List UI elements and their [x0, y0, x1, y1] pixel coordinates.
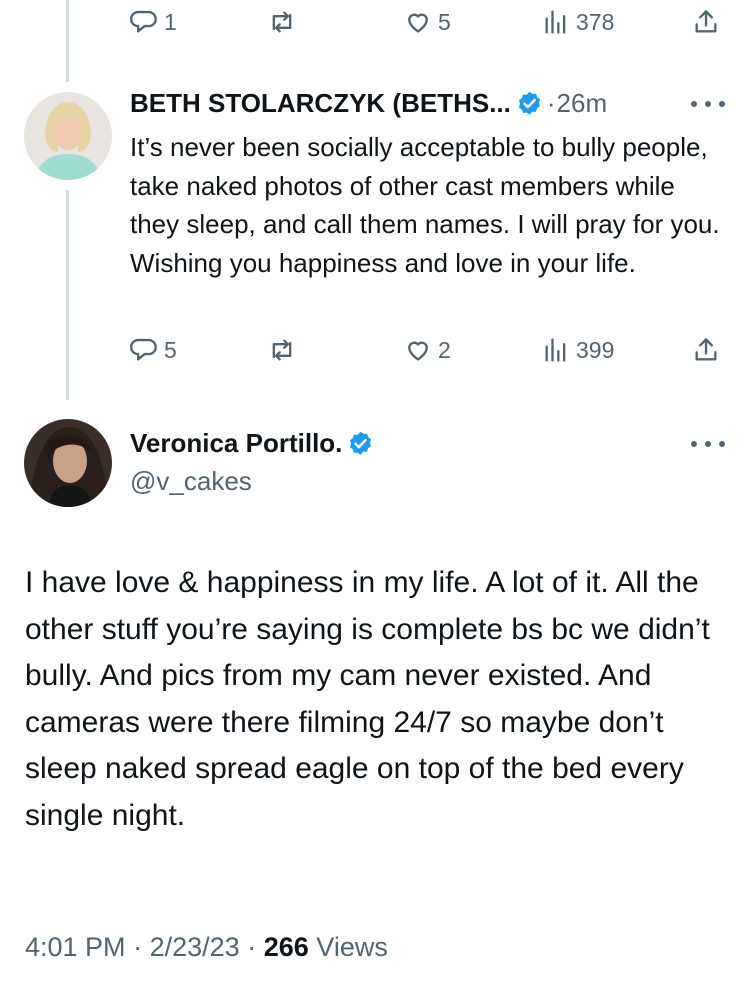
main-tweet-text: I have love & happiness in my life. A lo… [25, 566, 710, 832]
reply-count: 1 [164, 8, 177, 35]
verified-badge-icon [518, 91, 540, 115]
main-handle-line: @v_cakes [130, 466, 252, 497]
previous-tweet-actions: 1 5 378 [130, 5, 730, 39]
share-button[interactable] [692, 333, 720, 367]
timestamp-separator: · [247, 932, 257, 962]
reply-tweet-actions: 5 2 399 [130, 333, 730, 367]
retweet-icon [272, 339, 292, 361]
views-button[interactable]: 399 [542, 333, 614, 367]
views-count: 266 [263, 932, 309, 962]
views-count: 378 [576, 8, 615, 35]
reply-header: BETH STOLARCZYK (BETHS... · 26m [130, 88, 607, 119]
views-button[interactable]: 378 [542, 5, 614, 39]
like-count: 5 [438, 8, 451, 35]
verified-badge-icon [350, 431, 372, 455]
views-icon [545, 338, 566, 362]
retweet-icon [272, 11, 292, 33]
timestamp-separator: · [133, 932, 143, 962]
retweet-button[interactable] [268, 333, 302, 367]
avatar-beth[interactable] [24, 92, 112, 180]
reply-icon [130, 10, 157, 33]
reply-display-name[interactable]: BETH STOLARCZYK (BETHS... [130, 88, 511, 119]
views-icon [545, 10, 566, 34]
reply-button[interactable]: 1 [130, 5, 177, 39]
thread-line-top [66, 0, 69, 82]
main-handle[interactable]: @v_cakes [130, 466, 252, 497]
main-header: Veronica Portillo. [130, 428, 374, 459]
share-icon [695, 338, 717, 361]
main-more-options-button[interactable] [691, 434, 725, 454]
more-options-icon [691, 101, 697, 107]
reply-icon [130, 338, 157, 361]
retweet-button[interactable] [268, 5, 302, 39]
views-count: 399 [576, 336, 615, 363]
more-options-icon [691, 441, 697, 447]
views-label: Views [316, 932, 388, 962]
like-count: 2 [438, 336, 451, 363]
reply-time[interactable]: 26m [557, 88, 608, 119]
like-icon [408, 341, 428, 361]
reply-separator: · [546, 88, 556, 118]
main-display-name[interactable]: Veronica Portillo. [130, 428, 342, 459]
share-icon [695, 10, 717, 33]
reply-button[interactable]: 5 [130, 333, 177, 367]
tweet-time[interactable]: 4:01 PM [25, 932, 126, 962]
like-button[interactable]: 5 [404, 5, 451, 39]
reply-text: It’s never been socially acceptable to b… [130, 132, 720, 278]
like-icon [408, 13, 428, 33]
like-button[interactable]: 2 [404, 333, 451, 367]
tweet-date[interactable]: 2/23/23 [150, 932, 240, 962]
main-timestamp: 4:01 PM · 2/23/23 · 266 Views [25, 932, 388, 963]
avatar-veronica[interactable] [24, 419, 112, 507]
share-button[interactable] [692, 5, 720, 39]
reply-count: 5 [164, 336, 177, 363]
thread-line-bottom [66, 190, 69, 400]
reply-more-options-button[interactable] [691, 94, 725, 114]
